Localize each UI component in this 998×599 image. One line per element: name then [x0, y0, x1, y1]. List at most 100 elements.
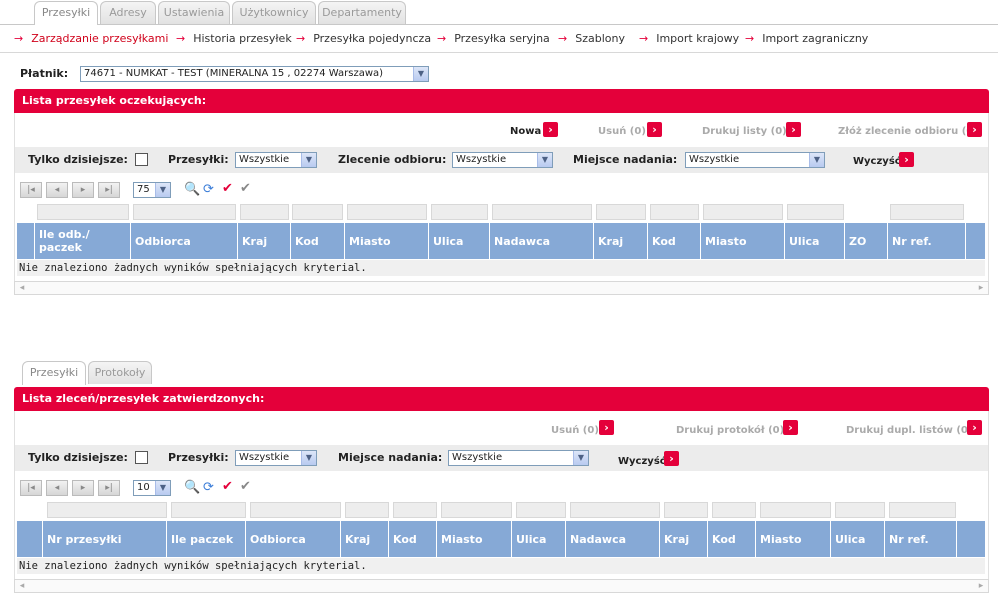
column-filter[interactable] — [345, 502, 389, 518]
next-page-icon[interactable]: ▸ — [72, 182, 94, 198]
prev-page-icon[interactable]: ◂ — [46, 182, 68, 198]
new-button[interactable]: › — [543, 122, 558, 137]
column-header[interactable]: Kod — [648, 223, 701, 259]
check-all-icon[interactable]: ✔ — [222, 181, 233, 197]
subnav-zarzadzanie[interactable]: → Zarządzanie przesyłkami — [14, 32, 168, 45]
column-filter[interactable] — [703, 204, 783, 220]
print-protocol-button[interactable]: › — [783, 420, 798, 435]
subnav-import-krajowy[interactable]: → Import krajowy — [639, 32, 739, 45]
approved-clear-label[interactable]: Wyczyść — [618, 456, 666, 467]
column-header[interactable]: Nr przesyłki — [43, 521, 167, 557]
column-header[interactable]: Nr ref. — [888, 223, 966, 259]
check-all-icon[interactable]: ✔ — [222, 479, 233, 495]
column-header[interactable]: Ile paczek — [167, 521, 246, 557]
payer-select[interactable]: 74671 - NUMKAT - TEST (MINERALNA 15 , 02… — [80, 66, 429, 82]
today-checkbox[interactable] — [135, 153, 148, 166]
clear-button[interactable]: › — [899, 152, 914, 167]
tab-przesylki[interactable]: Przesyłki — [34, 1, 98, 25]
print-dupl-button[interactable]: › — [967, 420, 982, 435]
column-filter[interactable] — [889, 502, 956, 518]
approved-horizontal-scrollbar[interactable]: ◂ ▸ — [14, 579, 989, 593]
next-page-icon[interactable]: ▸ — [72, 480, 94, 496]
tab-departamenty[interactable]: Departamenty — [318, 1, 406, 24]
page-size-select[interactable]: 75 ▼ — [133, 182, 171, 198]
pickup-select[interactable]: Wszystkie ▼ — [452, 152, 553, 168]
last-page-icon[interactable]: ▸| — [98, 182, 120, 198]
approved-today-checkbox[interactable] — [135, 451, 148, 464]
column-header[interactable]: Ulica — [785, 223, 845, 259]
refresh-icon[interactable]: ⟳ — [203, 480, 214, 496]
search-icon[interactable]: 🔍 — [184, 480, 200, 496]
pickup-order-label[interactable]: Złóż zlecenie odbioru (0) — [838, 126, 978, 137]
column-header[interactable]: Kod — [291, 223, 345, 259]
column-header[interactable]: Odbiorca — [246, 521, 341, 557]
column-filter[interactable] — [760, 502, 831, 518]
first-page-icon[interactable]: |◂ — [20, 480, 42, 496]
column-filter[interactable] — [441, 502, 512, 518]
tab-adresy[interactable]: Adresy — [100, 1, 156, 24]
tab-protokoly[interactable]: Protokoły — [88, 361, 152, 384]
column-filter[interactable] — [787, 204, 844, 220]
column-filter[interactable] — [37, 204, 129, 220]
column-header[interactable]: Kraj — [238, 223, 291, 259]
scroll-left-icon[interactable]: ◂ — [15, 580, 29, 592]
approved-place-select[interactable]: Wszystkie ▼ — [448, 450, 589, 466]
column-header[interactable]: Kod — [389, 521, 437, 557]
column-header[interactable]: Miasto — [701, 223, 785, 259]
print-protocol-label[interactable]: Drukuj protokół (0) — [676, 425, 784, 436]
subnav-import-zagraniczny[interactable]: → Import zagraniczny — [745, 32, 868, 45]
column-filter[interactable] — [431, 204, 488, 220]
column-header[interactable]: Kraj — [594, 223, 648, 259]
print-dupl-label[interactable]: Drukuj dupl. listów (0) — [846, 425, 972, 436]
pickup-order-button[interactable]: › — [967, 122, 982, 137]
subnav-seryjna[interactable]: → Przesyłka seryjna — [437, 32, 550, 45]
column-header[interactable]: Kod — [708, 521, 756, 557]
column-filter[interactable] — [712, 502, 756, 518]
column-header[interactable]: Ulica — [429, 223, 490, 259]
column-header[interactable]: Miasto — [756, 521, 831, 557]
refresh-icon[interactable]: ⟳ — [203, 182, 214, 198]
scroll-right-icon[interactable]: ▸ — [974, 282, 988, 294]
tab-uzytkownicy[interactable]: Użytkownicy — [232, 1, 316, 24]
column-filter[interactable] — [250, 502, 341, 518]
last-page-icon[interactable]: ▸| — [98, 480, 120, 496]
tab-lower-przesylki[interactable]: Przesyłki — [22, 361, 86, 385]
print-labels-button[interactable]: › — [786, 122, 801, 137]
approved-shipments-select[interactable]: Wszystkie ▼ — [235, 450, 317, 466]
column-filter[interactable] — [133, 204, 236, 220]
column-filter[interactable] — [516, 502, 566, 518]
column-header[interactable]: Miasto — [345, 223, 429, 259]
uncheck-all-icon[interactable]: ✔ — [240, 479, 251, 495]
prev-page-icon[interactable]: ◂ — [46, 480, 68, 496]
column-header[interactable]: Ile odb./ paczek — [35, 223, 131, 259]
new-label[interactable]: Nowa — [510, 126, 541, 137]
column-header[interactable]: Nadawca — [490, 223, 594, 259]
approved-delete-label[interactable]: Usuń (0) — [551, 425, 599, 436]
shipments-select[interactable]: Wszystkie ▼ — [235, 152, 317, 168]
scroll-right-icon[interactable]: ▸ — [974, 580, 988, 592]
uncheck-all-icon[interactable]: ✔ — [240, 181, 251, 197]
column-filter[interactable] — [570, 502, 660, 518]
column-filter[interactable] — [664, 502, 708, 518]
column-filter[interactable] — [393, 502, 437, 518]
search-icon[interactable]: 🔍 — [184, 182, 200, 198]
column-header[interactable]: ZO — [845, 223, 888, 259]
column-filter[interactable] — [596, 204, 646, 220]
column-header[interactable]: Ulica — [831, 521, 885, 557]
subnav-pojedyncza[interactable]: → Przesyłka pojedyncza — [296, 32, 431, 45]
column-header[interactable]: Kraj — [341, 521, 389, 557]
scroll-left-icon[interactable]: ◂ — [15, 282, 29, 294]
pending-horizontal-scrollbar[interactable]: ◂ ▸ — [14, 281, 989, 295]
approved-delete-button[interactable]: › — [599, 420, 614, 435]
column-header[interactable]: Odbiorca — [131, 223, 238, 259]
tab-ustawienia[interactable]: Ustawienia — [158, 1, 230, 24]
column-filter[interactable] — [492, 204, 592, 220]
approved-clear-button[interactable]: › — [664, 451, 679, 466]
column-filter[interactable] — [47, 502, 167, 518]
column-filter[interactable] — [292, 204, 343, 220]
delete-button[interactable]: › — [647, 122, 662, 137]
subnav-szablony[interactable]: → Szablony — [558, 32, 625, 45]
first-page-icon[interactable]: |◂ — [20, 182, 42, 198]
column-header[interactable]: Ulica — [512, 521, 566, 557]
delete-label[interactable]: Usuń (0) — [598, 126, 646, 137]
